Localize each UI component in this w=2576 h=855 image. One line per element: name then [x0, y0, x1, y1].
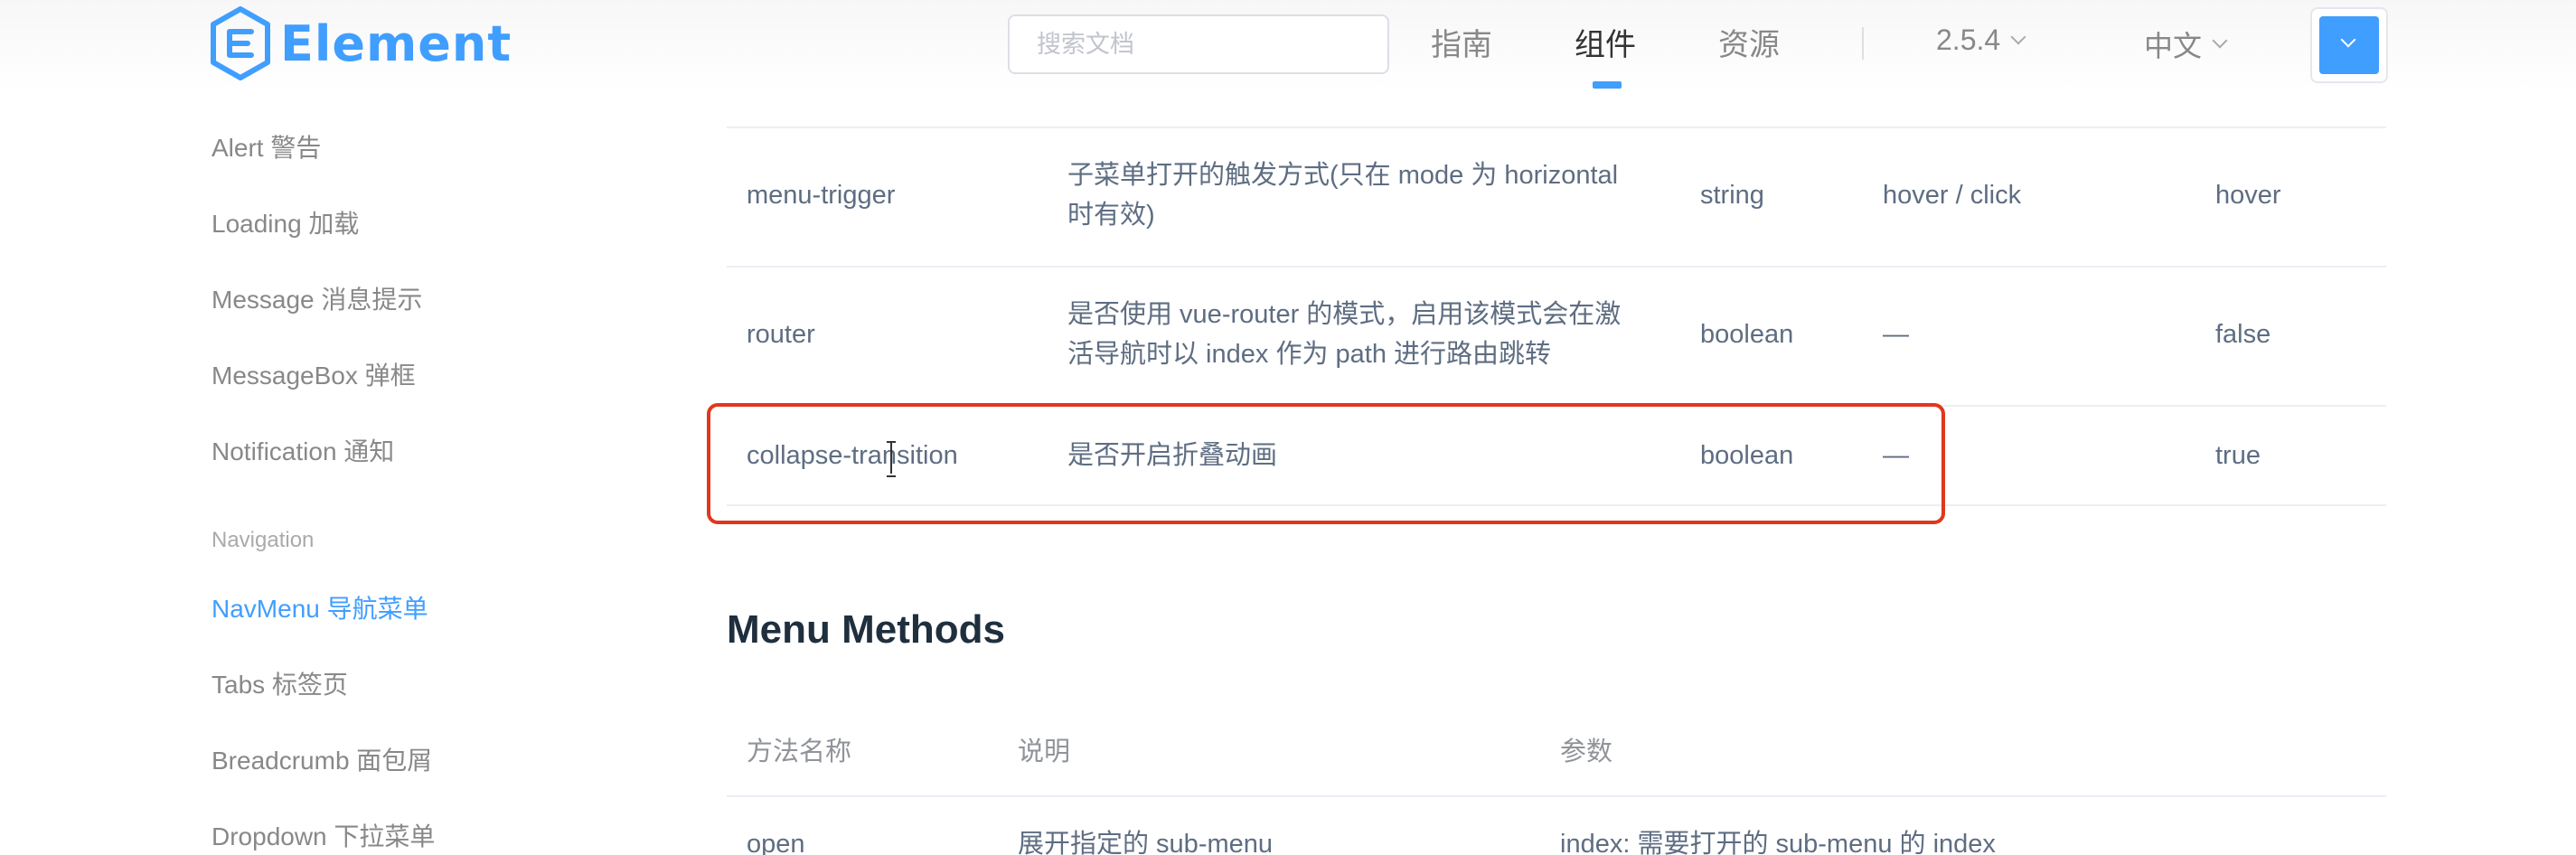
param-default: true: [2215, 441, 2261, 470]
sidebar-item-messagebox[interactable]: MessageBox 弹框: [212, 356, 416, 392]
chevron-down-icon: [2212, 33, 2228, 49]
sidebar-item-tabs[interactable]: Tabs 标签页: [212, 665, 348, 701]
sidebar-item-navmenu[interactable]: NavMenu 导航菜单: [212, 589, 428, 625]
element-logo[interactable]: Element: [210, 2, 512, 85]
table-divider: [727, 266, 2386, 268]
language-dropdown[interactable]: 中文: [2144, 23, 2228, 65]
chevron-down-icon: [2340, 32, 2356, 48]
nav-resource[interactable]: 资源: [1718, 20, 1780, 64]
desc-line: 时有效): [1067, 201, 1155, 230]
desc-line: 子菜单打开的触发方式(只在 mode 为 horizontal: [1067, 161, 1619, 190]
param-name: menu-trigger: [747, 181, 896, 210]
sidebar-item-dropdown[interactable]: Dropdown 下拉菜单: [212, 817, 435, 853]
param-default: false: [2215, 320, 2271, 349]
desc-line: 活导航时以 index 作为 path 进行路由跳转: [1067, 340, 1551, 369]
table-divider: [727, 795, 2386, 797]
nav-component[interactable]: 组件: [1575, 20, 1636, 64]
nav-guide[interactable]: 指南: [1431, 20, 1492, 64]
column-header-description: 说明: [1018, 738, 1071, 766]
top-header: Element 指南 组件 资源 2.5.4 中文: [0, 0, 2576, 90]
logo-text: Element: [280, 14, 512, 72]
method-description: 展开指定的 sub-menu: [1018, 830, 1274, 855]
sidebar-item-loading[interactable]: Loading 加载: [212, 204, 359, 240]
language-label: 中文: [2144, 30, 2203, 62]
param-default: hover: [2215, 181, 2281, 210]
search-input[interactable]: [1010, 16, 1387, 72]
sidebar-item-notification[interactable]: Notification 通知: [212, 432, 394, 468]
table-divider: [727, 127, 2386, 128]
version-label: 2.5.4: [1936, 23, 2001, 56]
param-description: 是否使用 vue-router 的模式，启用该模式会在激 活导航时以 index…: [1067, 295, 1621, 374]
sidebar-group-navigation: Navigation: [212, 528, 315, 552]
version-dropdown[interactable]: 2.5.4: [1936, 23, 2026, 57]
param-options: hover / click: [1883, 181, 2022, 210]
search-box[interactable]: [1008, 14, 1389, 74]
method-params: index: 需要打开的 sub-menu 的 index: [1560, 830, 1996, 855]
param-type: string: [1700, 181, 1764, 210]
element-logo-icon: [211, 6, 270, 80]
chevron-down-icon: [2010, 29, 2026, 44]
active-nav-indicator: [1593, 81, 1622, 89]
sidebar-item-alert[interactable]: Alert 警告: [212, 128, 321, 164]
param-options: —: [1883, 320, 1909, 349]
section-title: Menu Methods: [727, 607, 1005, 652]
desc-line: 是否使用 vue-router 的模式，启用该模式会在激: [1067, 300, 1622, 329]
column-header-params: 参数: [1560, 738, 1613, 766]
nav-divider: [1862, 27, 1864, 60]
param-description: 子菜单打开的触发方式(只在 mode 为 horizontal 时有效): [1067, 155, 1618, 235]
theme-picker-button[interactable]: [2310, 7, 2388, 83]
sidebar-item-message[interactable]: Message 消息提示: [212, 280, 422, 316]
method-name: open: [747, 830, 805, 855]
text-cursor-icon: [887, 441, 896, 477]
param-name: router: [747, 320, 815, 349]
column-header-method: 方法名称: [747, 738, 852, 766]
sidebar-item-breadcrumb[interactable]: Breadcrumb 面包屑: [212, 741, 432, 777]
param-type: boolean: [1700, 320, 1794, 349]
